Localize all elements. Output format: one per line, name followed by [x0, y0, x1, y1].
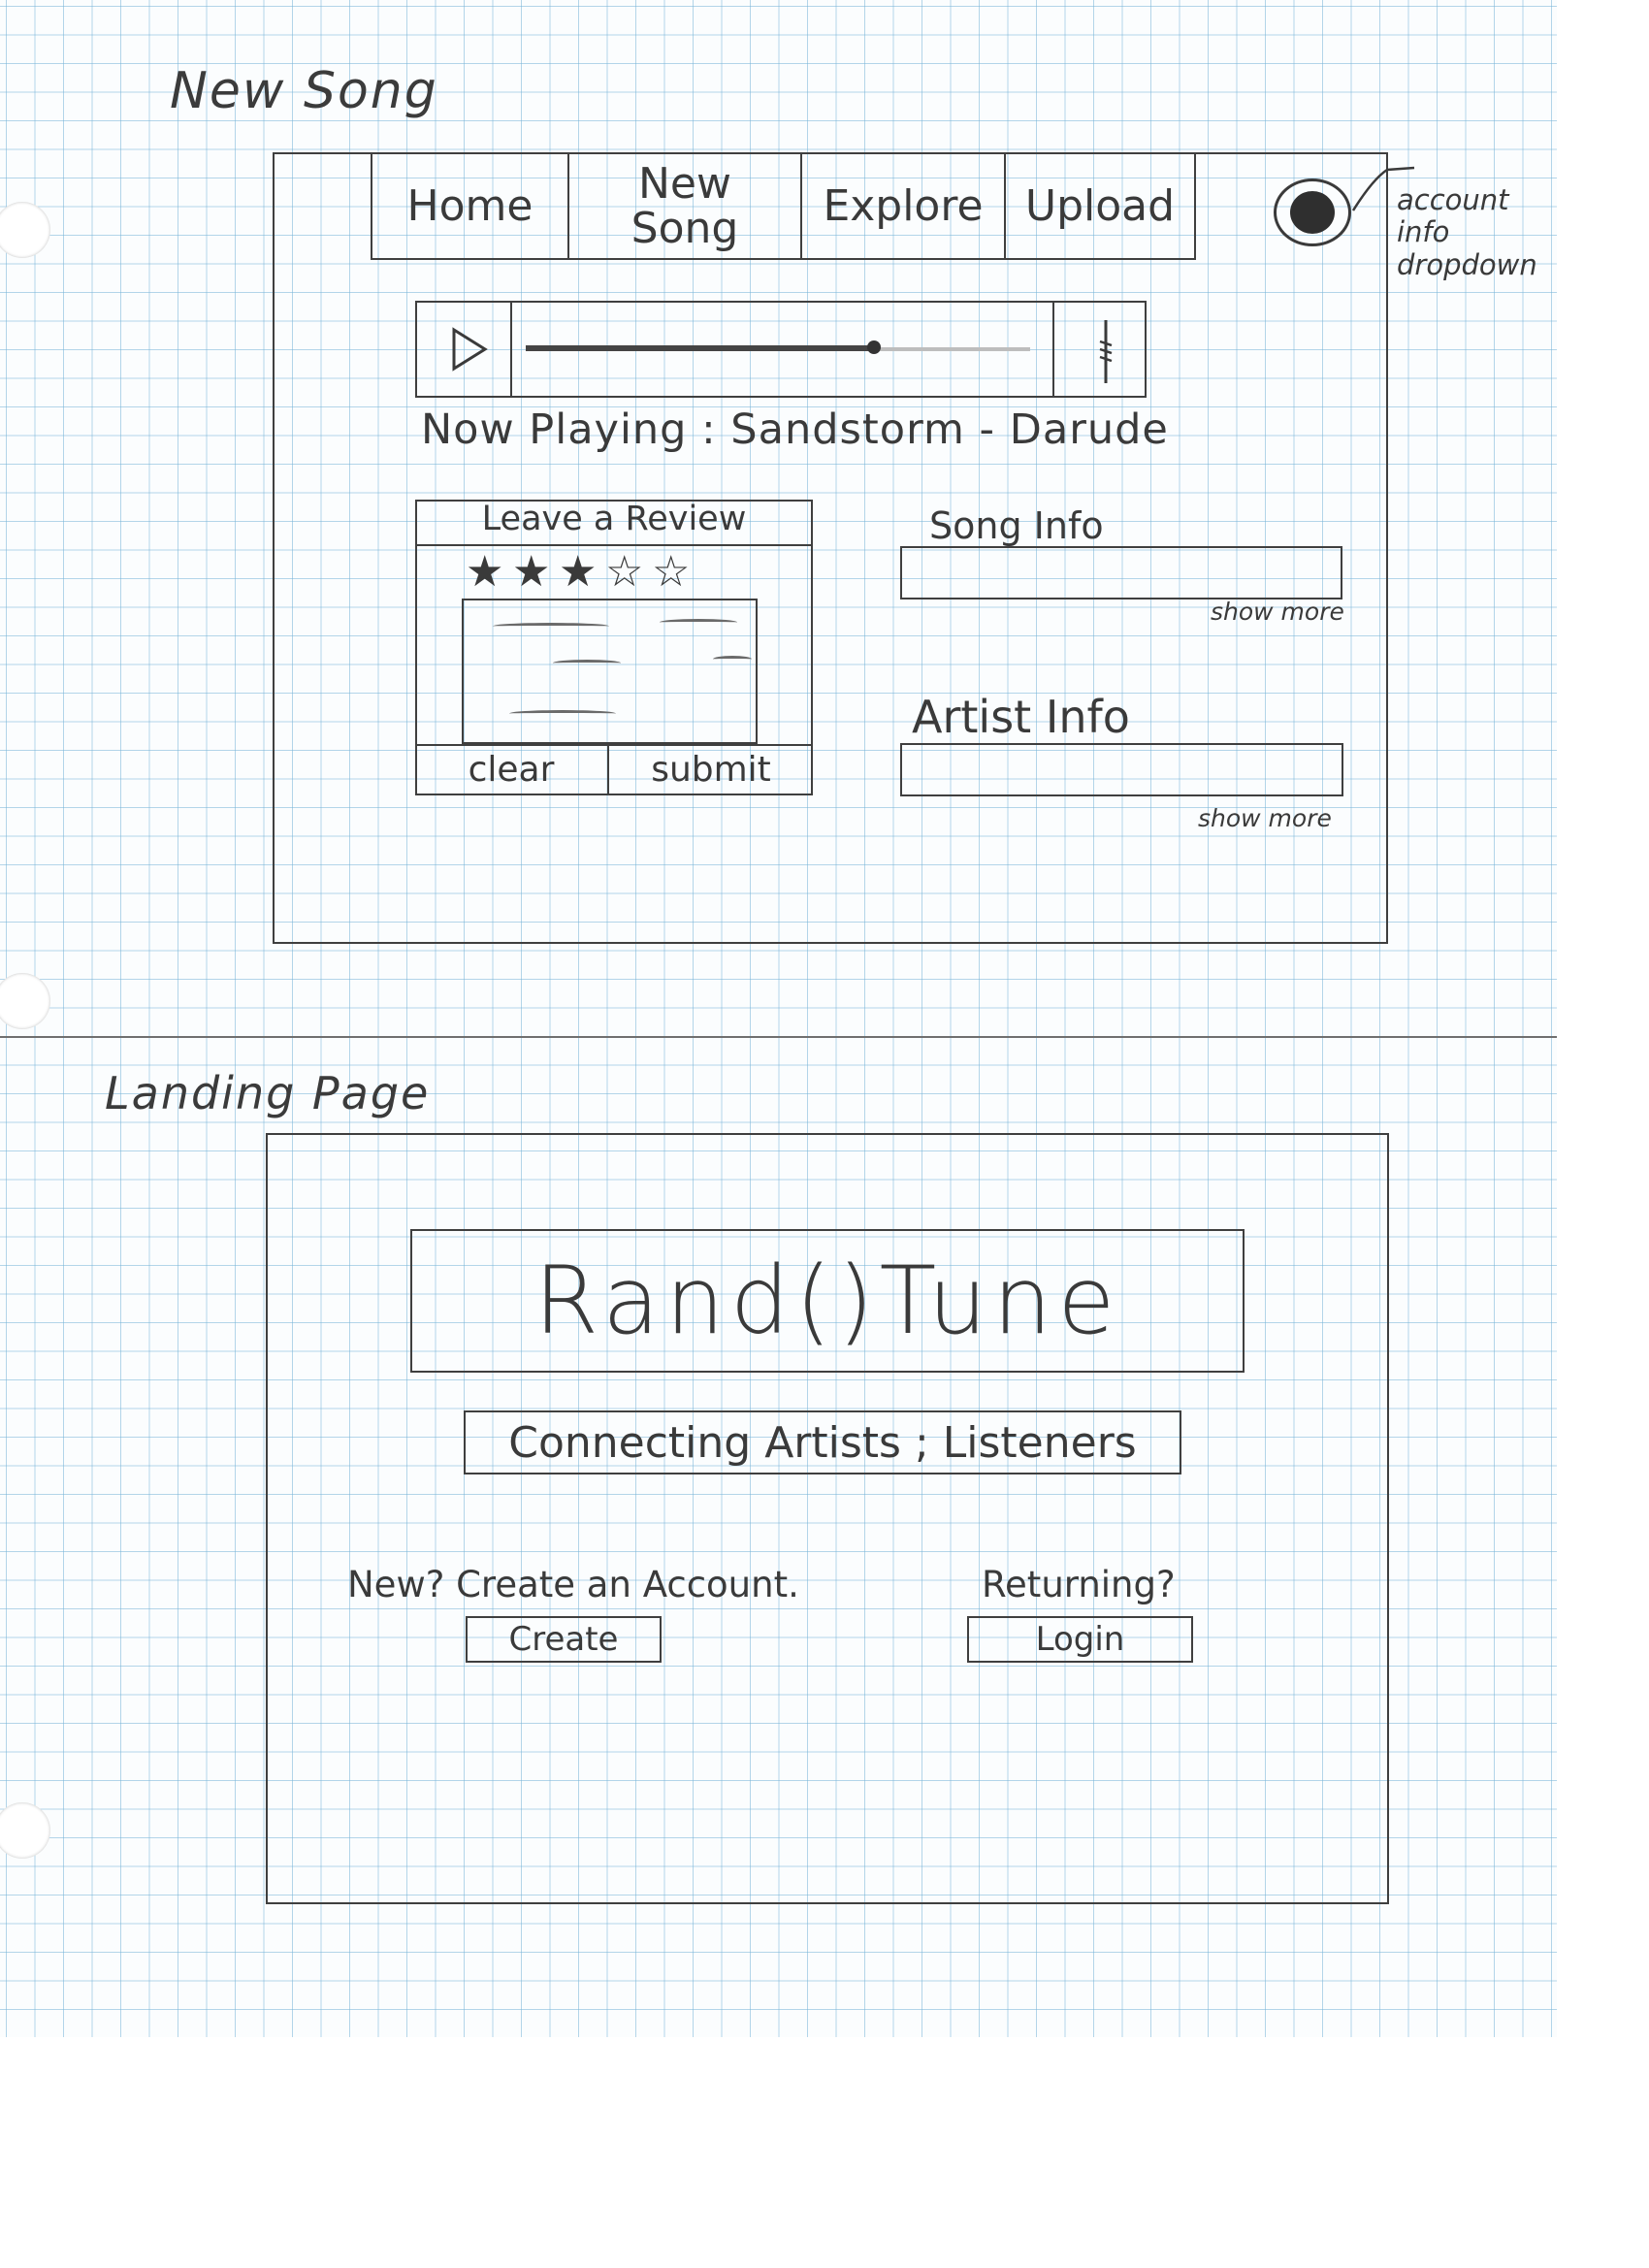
artist-info-show-more[interactable]: show more: [1198, 804, 1332, 832]
new-song-section-title: New Song: [170, 62, 438, 120]
nav-home[interactable]: Home: [371, 153, 567, 260]
nav-upload-label: Upload: [1024, 180, 1176, 231]
play-icon: [452, 327, 488, 372]
volume-control[interactable]: [1052, 301, 1147, 398]
login-button-label: Login: [1035, 1620, 1125, 1659]
create-button-label: Create: [508, 1620, 619, 1659]
submit-button[interactable]: submit: [609, 744, 813, 795]
song-info-show-more[interactable]: show more: [1211, 598, 1344, 626]
review-scribble: [553, 660, 621, 666]
song-info-box: [900, 546, 1342, 599]
now-playing-text: Now Playing : Sandstorm - Darude: [421, 405, 1169, 454]
progress-fill: [526, 345, 874, 351]
nav-upload[interactable]: Upload: [1004, 153, 1196, 260]
clear-button-label: clear: [468, 750, 555, 790]
review-scribble: [493, 623, 609, 630]
nav-new-song[interactable]: New Song: [567, 153, 800, 260]
review-scribble: [713, 656, 752, 663]
avatar-person-icon: [1290, 191, 1335, 234]
account-info-annotation: account info dropdown: [1397, 183, 1537, 281]
logo-box: Rand()Tune: [410, 1229, 1245, 1373]
artist-info-box: [900, 743, 1343, 796]
tagline-text: Connecting Artists ; Listeners: [508, 1417, 1137, 1468]
progress-track[interactable]: [526, 340, 1030, 354]
review-scribble: [660, 619, 737, 626]
progress-knob[interactable]: [866, 340, 881, 354]
landing-section-title: Landing Page: [105, 1067, 431, 1119]
new-account-prompt: New? Create an Account.: [347, 1564, 799, 1605]
nav-new-song-label: New Song: [630, 158, 739, 253]
logo-text: Rand()Tune: [534, 1247, 1121, 1355]
returning-prompt: Returning?: [982, 1564, 1176, 1605]
review-title: Leave a Review: [415, 500, 813, 546]
star-filled-icon[interactable]: ★: [466, 551, 503, 594]
song-info-title: Song Info: [929, 504, 1104, 547]
account-avatar[interactable]: [1274, 178, 1351, 246]
volume-slider-icon: [1099, 320, 1113, 383]
nav-explore[interactable]: Explore: [800, 153, 1004, 260]
play-button[interactable]: [415, 301, 512, 398]
submit-button-label: submit: [651, 750, 771, 790]
artist-info-title: Artist Info: [912, 691, 1130, 743]
nav-home-label: Home: [406, 180, 534, 231]
star-filled-icon[interactable]: ★: [512, 551, 550, 594]
clear-button[interactable]: clear: [415, 744, 609, 795]
nav-explore-label: Explore: [823, 180, 984, 231]
star-empty-icon[interactable]: ☆: [652, 551, 690, 594]
star-empty-icon[interactable]: ☆: [605, 551, 643, 594]
section-divider: [0, 1036, 1557, 1038]
review-scribble: [509, 710, 616, 717]
login-button[interactable]: Login: [967, 1616, 1193, 1663]
tagline-box: Connecting Artists ; Listeners: [464, 1410, 1181, 1474]
star-filled-icon[interactable]: ★: [559, 551, 597, 594]
create-button[interactable]: Create: [466, 1616, 662, 1663]
